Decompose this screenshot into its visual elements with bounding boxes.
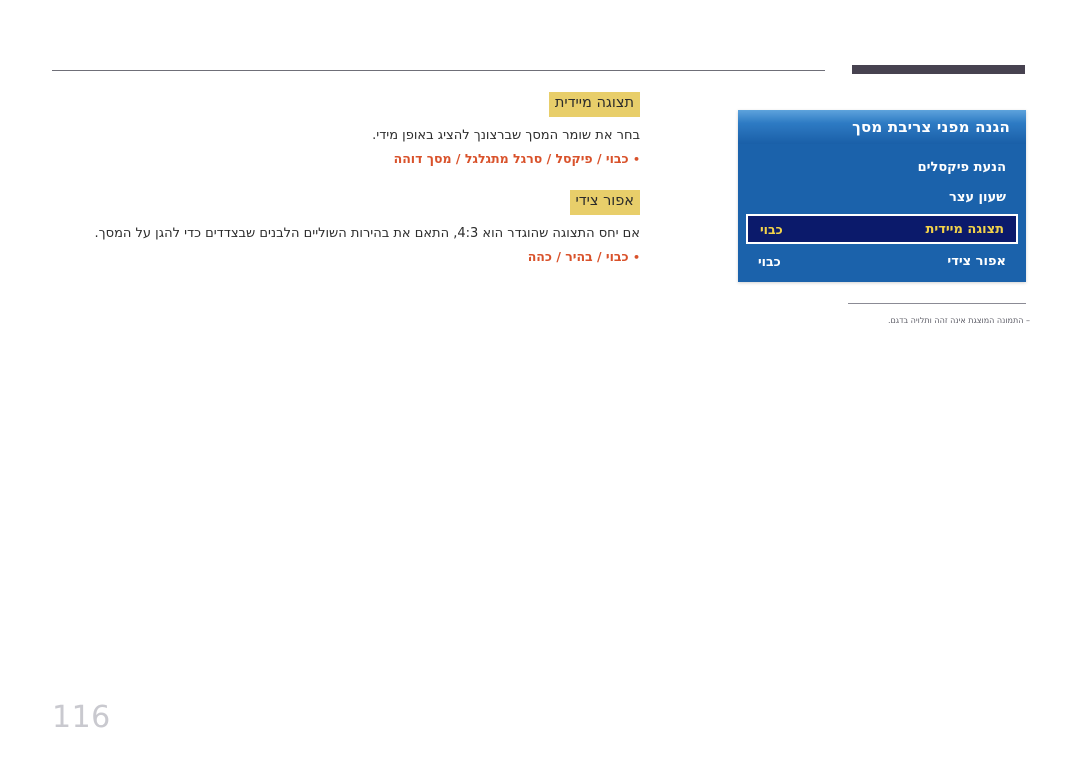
osd-row-timer[interactable]: שעון עצר — [738, 182, 1026, 212]
osd-row-label: שעון עצר — [949, 189, 1006, 205]
osd-row-list: הנעת פיקסלים שעון עצר תצוגה מיידית כבוי … — [738, 144, 1026, 276]
osd-menu-panel: הגנה מפני צריבת מסך הנעת פיקסלים שעון עצ… — [738, 110, 1026, 282]
section-heading: אפור צידי — [569, 190, 640, 215]
osd-row-label: אפור צידי — [947, 253, 1006, 269]
section-options-line: • כבוי / פיקסל / סרגל מתגלגל / מסך דוהה — [190, 151, 640, 166]
osd-row-immediate-display[interactable]: תצוגה מיידית כבוי — [746, 214, 1018, 244]
section-options: כבוי / פיקסל / סרגל מתגלגל / מסך דוהה — [393, 151, 629, 167]
section-immediate-display: תצוגה מיידית בחר את שומר המסך שברצונך לה… — [190, 92, 640, 166]
section-heading-wrap: תצוגה מיידית — [190, 92, 640, 117]
bullet-marker: • — [632, 153, 640, 167]
section-options-line: • כבוי / בהיר / כהה — [190, 249, 640, 264]
section-paragraph: בחר את שומר המסך שברצונך להציג באופן מיד… — [372, 127, 640, 143]
section-heading-wrap: אפור צידי — [190, 190, 640, 215]
footnote-rule — [848, 303, 1026, 304]
section-options: כבוי / בהיר / כהה — [527, 249, 629, 265]
section-heading: תצוגה מיידית — [548, 92, 640, 117]
osd-row-side-gray[interactable]: אפור צידי כבוי — [738, 246, 1026, 276]
content-column: תצוגה מיידית בחר את שומר המסך שברצונך לה… — [94, 92, 640, 264]
osd-row-value: כבוי — [760, 221, 783, 237]
osd-row-label: תצוגה מיידית — [925, 221, 1004, 237]
header-rule-thin — [52, 70, 825, 71]
osd-row-value: כבוי — [758, 253, 781, 269]
header-rule-thick — [852, 65, 1025, 74]
section-side-gray: אפור צידי אם יחס התצוגה שהוגדר הוא 4:3, … — [94, 190, 640, 264]
osd-row-label: הנעת פיקסלים — [917, 159, 1006, 175]
section-paragraph: אם יחס התצוגה שהוגדר הוא 4:3, התאם את בה… — [94, 225, 640, 241]
osd-title: הגנה מפני צריבת מסך — [738, 110, 1026, 144]
footnote-text: – התמונה המוצגת אינה זהה ותלויה בדגם. — [887, 316, 1030, 325]
page-number: 116 — [52, 700, 111, 735]
bullet-marker: • — [632, 251, 640, 265]
osd-row-pixel-shift[interactable]: הנעת פיקסלים — [738, 152, 1026, 182]
